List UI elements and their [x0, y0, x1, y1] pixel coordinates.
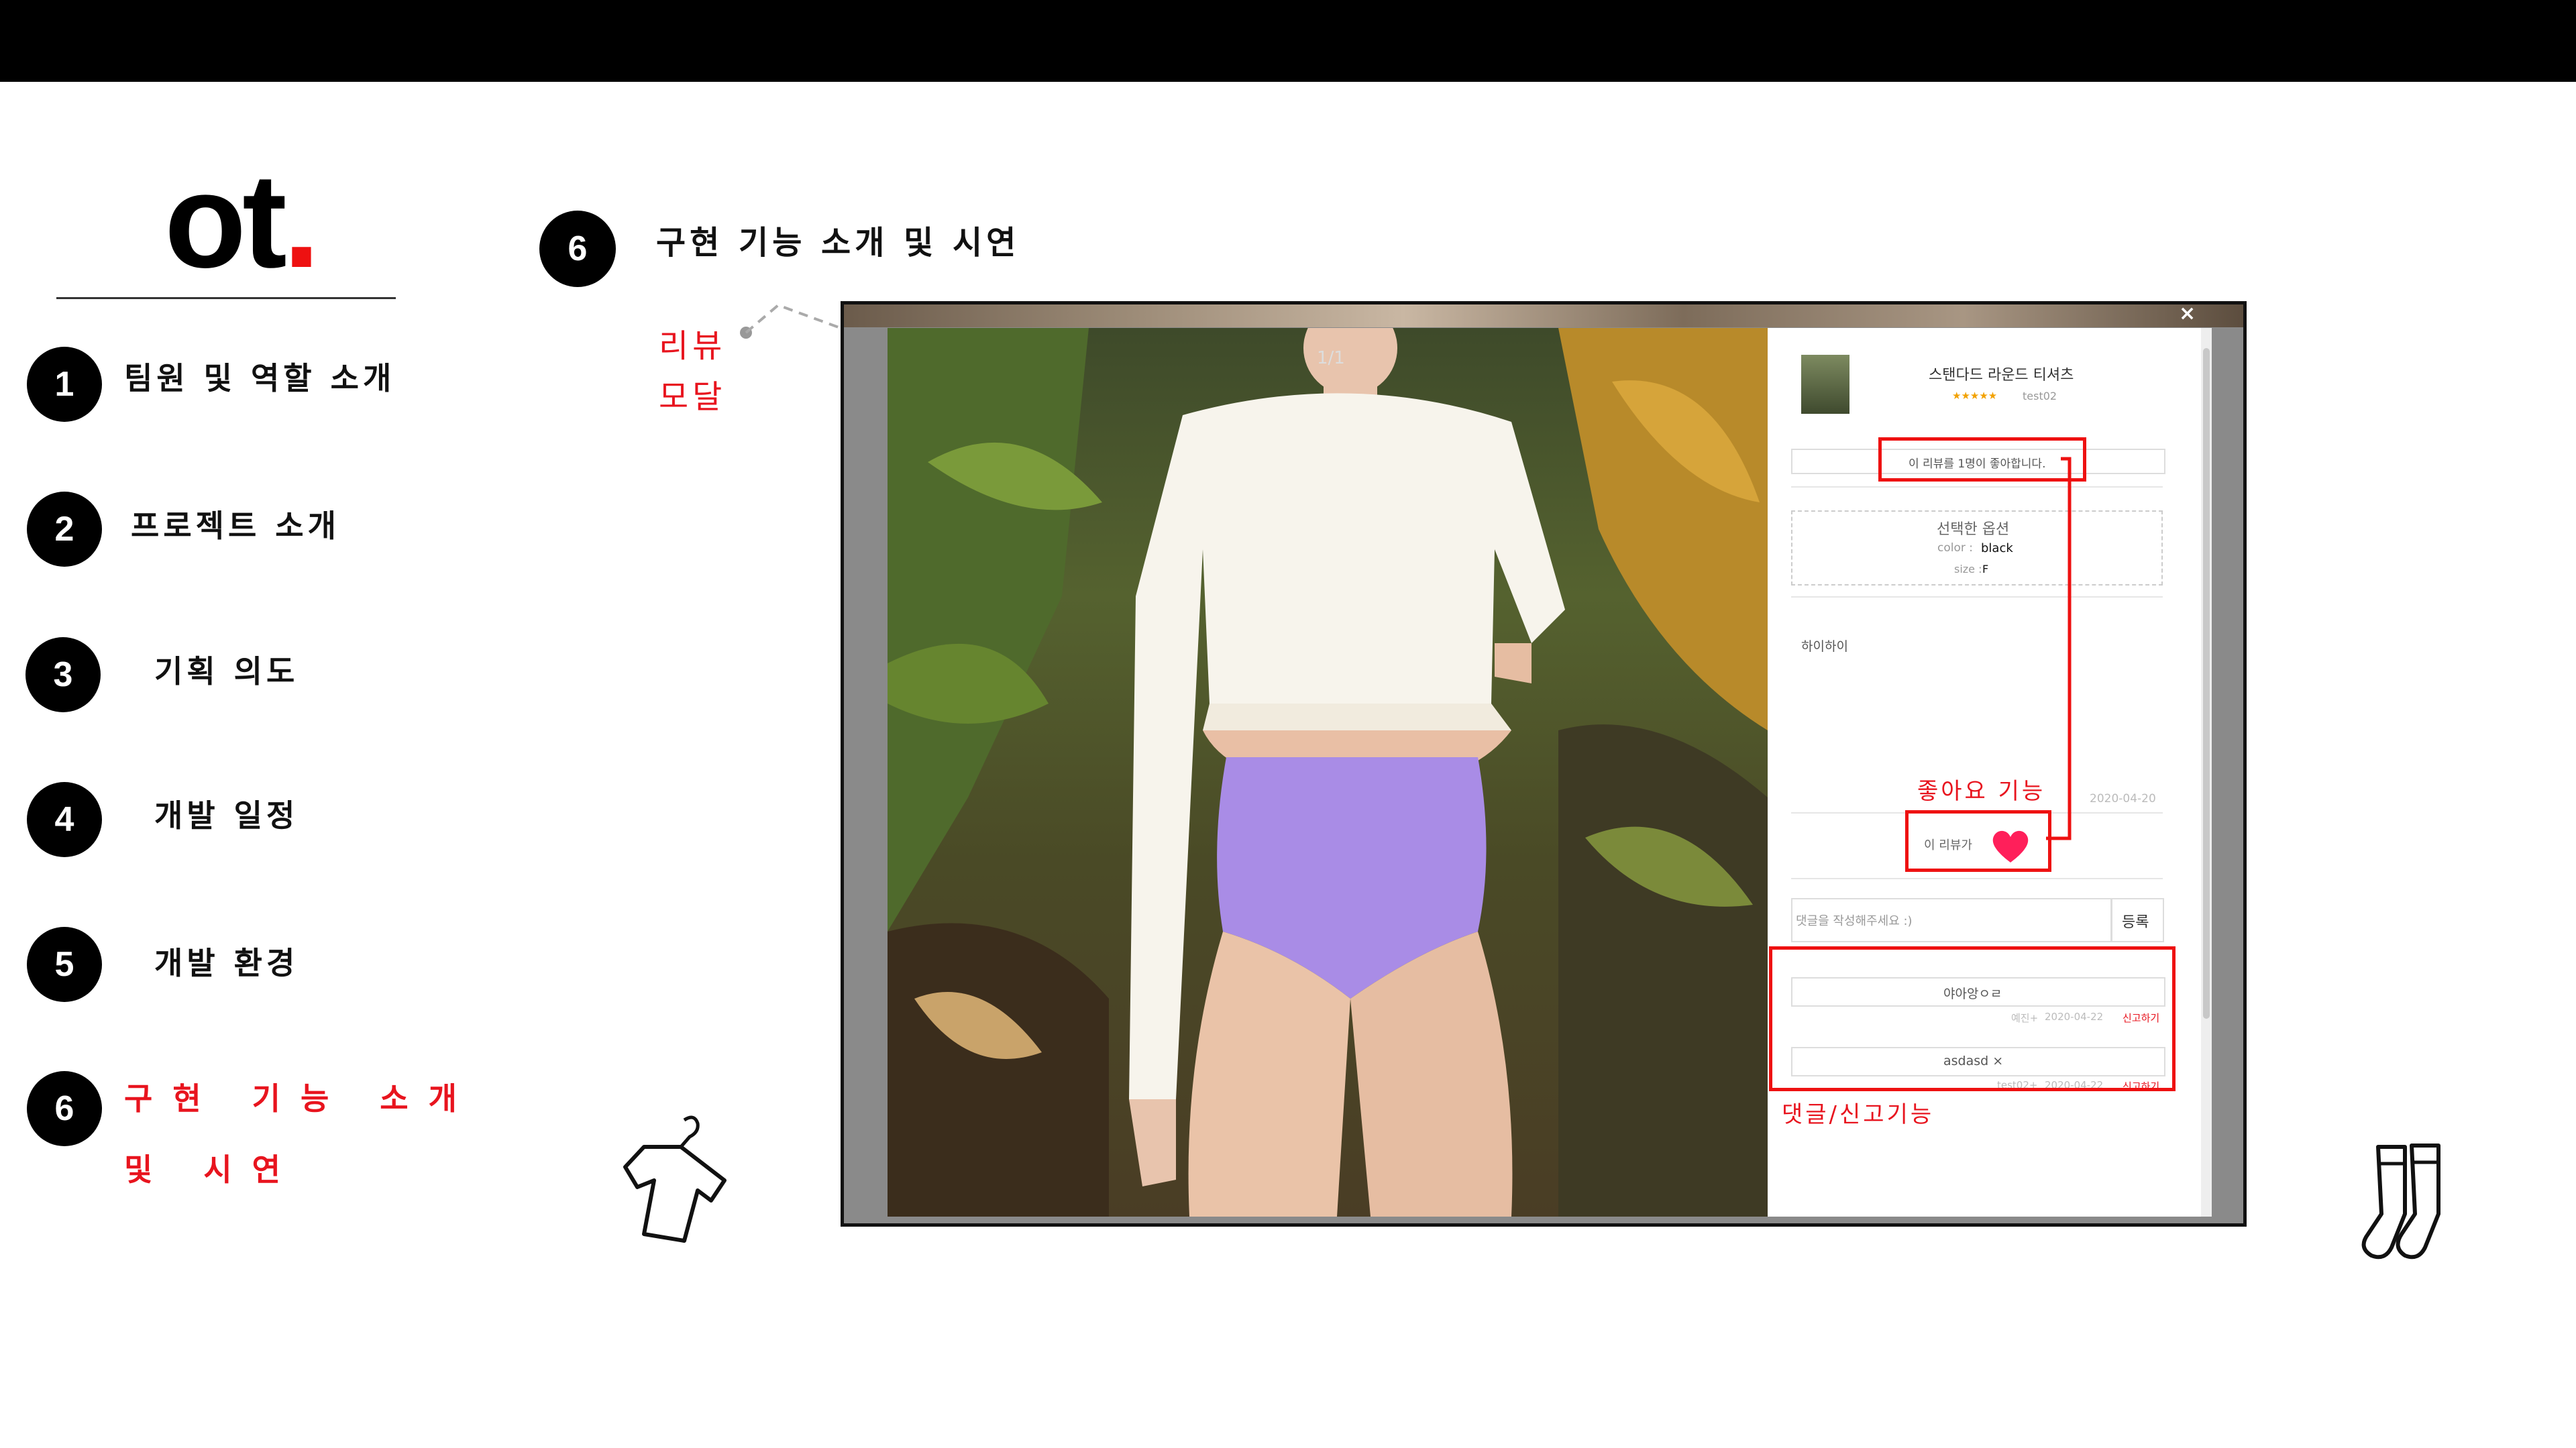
nav-number-2: 2: [27, 492, 102, 567]
review-photo: 1/1: [888, 328, 1768, 1217]
socks-icon: [2361, 1144, 2440, 1260]
nav-item-schedule[interactable]: 개발 일정: [154, 791, 299, 836]
annotation-comment-report: 댓글/신고기능: [1782, 1101, 1935, 1128]
nav-number-1: 1: [27, 347, 102, 422]
nav-item-team[interactable]: 팀원 및 역할 소개: [124, 354, 395, 398]
comment-placeholder: 댓글을 작성해주세요 :): [1796, 914, 1913, 928]
submit-label: 등록: [2122, 914, 2149, 931]
panel-scrollbar[interactable]: [2201, 328, 2212, 1217]
review-author: test02: [2023, 390, 2057, 402]
close-icon[interactable]: ×: [2179, 304, 2196, 325]
nav-number-6: 6: [27, 1071, 102, 1146]
nav-number-5: 5: [27, 927, 102, 1002]
color-value: black: [1981, 541, 2013, 555]
nav-number-4: 4: [27, 782, 102, 857]
nav-number-3: 3: [25, 637, 101, 712]
logo: ot.: [164, 146, 320, 296]
logo-divider: [56, 297, 396, 299]
top-bar: [0, 0, 2576, 82]
product-thumbnail: [1801, 355, 1849, 414]
nav-item-demo-active[interactable]: 구현 기능 소개 및 시연: [124, 1063, 500, 1205]
section-number: 6: [539, 211, 616, 287]
color-label: color :: [1937, 541, 1973, 555]
photo-pager: 1/1: [1317, 348, 1345, 368]
nav-item-intent[interactable]: 기획 의도: [154, 647, 299, 691]
size-label: size :: [1954, 563, 1982, 575]
size-value: F: [1982, 563, 1989, 575]
option-title: 선택한 옵션: [1937, 521, 2010, 538]
review-date: 2020-04-20: [2090, 792, 2156, 805]
nav-item-project[interactable]: 프로젝트 소개: [131, 502, 340, 546]
t-shirt-hanger-icon: [623, 1115, 727, 1243]
nav-item-environment[interactable]: 개발 환경: [154, 939, 299, 983]
scrollbar-thumb[interactable]: [2203, 348, 2210, 1019]
rating-stars: ★★★★★: [1952, 390, 1998, 402]
highlight-like-button: [1905, 810, 2051, 872]
highlight-comments: [1769, 946, 2176, 1091]
annotation-review-modal: 리뷰 모달: [659, 327, 727, 416]
section-title: 구현 기능 소개 및 시연: [656, 224, 1020, 262]
page-background-strip: [844, 304, 2243, 327]
review-text: 하이하이: [1801, 639, 1848, 654]
review-photo-illustration: [888, 328, 1768, 1217]
product-name: 스탠다드 라운드 티셔츠: [1929, 367, 2074, 384]
highlight-like-count: [1878, 437, 2086, 482]
annotation-like: 좋아요 기능: [1917, 778, 2046, 805]
